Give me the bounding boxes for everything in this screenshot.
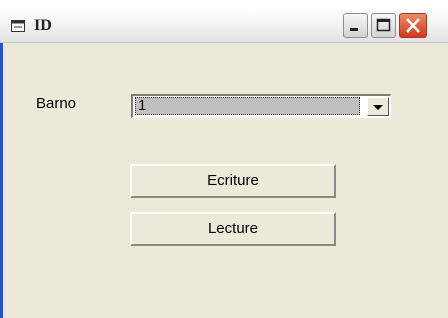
barno-select[interactable]: 1 [131, 94, 391, 118]
ecriture-button[interactable]: Ecriture [130, 164, 336, 198]
chevron-down-icon [373, 105, 383, 110]
barno-select-value[interactable]: 1 [135, 97, 360, 115]
window-app-icon [11, 20, 25, 32]
window-title: ID [34, 17, 52, 34]
minimize-button[interactable] [343, 13, 368, 38]
close-button[interactable] [399, 13, 427, 38]
barno-dropdown-button[interactable] [367, 97, 389, 116]
maximize-icon [376, 18, 391, 32]
minimize-icon [350, 28, 358, 31]
lecture-button[interactable]: Lecture [130, 212, 336, 246]
title-bar[interactable]: ID [0, 10, 448, 43]
maximize-button[interactable] [371, 13, 396, 38]
close-icon [406, 18, 420, 33]
barno-label: Barno [36, 95, 77, 112]
app-window: ID Barno 1 Ecriture Lecture [0, 10, 448, 318]
